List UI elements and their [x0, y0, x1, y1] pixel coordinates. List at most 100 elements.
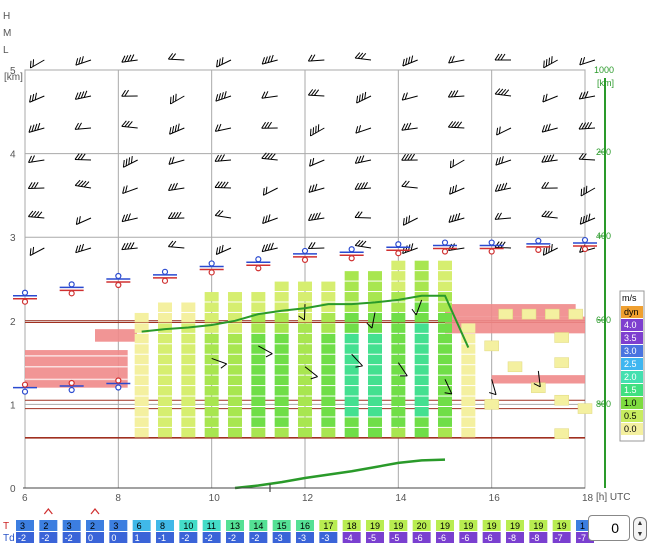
barb-shaft — [448, 95, 465, 98]
temp-marker — [348, 246, 355, 253]
legend-label: 1.5 — [624, 385, 637, 395]
dewpoint-marker — [535, 246, 542, 253]
cloud-cell — [568, 308, 583, 320]
cloud-cell — [521, 308, 537, 320]
dewpoint-value: -4 — [345, 533, 353, 543]
temperature-value: 16 — [300, 521, 310, 531]
wind-barb — [401, 122, 418, 131]
chevron-down-icon[interactable]: ▼ — [634, 529, 646, 540]
temp-marker — [301, 247, 309, 255]
hour-offset-spinner[interactable]: ▲ ▼ — [633, 517, 647, 541]
updraft-cell — [414, 406, 429, 417]
dewpoint-value: 0 — [88, 533, 93, 543]
updraft-cell — [134, 365, 149, 375]
updraft-cell — [368, 281, 382, 292]
barb-shaft — [542, 127, 558, 133]
pressure-tick-label: 600 — [596, 315, 611, 325]
updraft-cell — [274, 427, 289, 438]
barb-shaft — [169, 127, 185, 135]
updraft-cell — [438, 344, 452, 354]
wind-barb — [121, 120, 138, 129]
barb-shaft — [543, 247, 558, 256]
legend: m/s dyn 4.0 3.5 3.0 2.5 2.0 1.5 1.0 0.5 0.0 — [619, 290, 645, 442]
updraft-cell — [298, 417, 312, 427]
wind-barb — [29, 246, 45, 256]
updraft-cell — [438, 365, 452, 375]
updraft-cell — [158, 375, 172, 386]
updraft-cell — [134, 354, 149, 365]
updraft-cell — [368, 344, 382, 354]
y-tick-label: 3 — [10, 233, 16, 244]
wind-barb — [356, 91, 372, 104]
barb-shaft — [308, 94, 325, 97]
updraft-cell — [391, 281, 406, 292]
dewpoint-value: -5 — [368, 533, 376, 543]
updraft-cell — [414, 396, 429, 406]
wind-barb — [29, 59, 45, 69]
barb-shaft — [355, 159, 372, 164]
wind-barb — [494, 212, 512, 220]
updraft-cell — [414, 333, 429, 344]
wind-barb — [402, 215, 418, 226]
wind-barb — [168, 240, 185, 249]
updraft-cell — [461, 375, 476, 386]
updraft-cell — [391, 312, 406, 323]
updraft-cell — [134, 396, 149, 406]
wind-barb — [262, 214, 278, 224]
wind-barb — [309, 124, 325, 137]
barb-shaft — [579, 59, 596, 66]
barb-shaft — [216, 59, 232, 68]
wind-barb — [541, 210, 558, 219]
temperature-value: 19 — [557, 521, 567, 531]
updraft-cell — [274, 417, 289, 427]
updraft-cell — [228, 365, 242, 375]
barb-shaft — [354, 216, 372, 219]
wind-barb — [168, 156, 185, 165]
updraft-cell — [274, 333, 289, 344]
wind-barb — [307, 54, 325, 62]
x-tick-label: 12 — [302, 493, 314, 504]
legend-label: 3.5 — [624, 333, 637, 343]
updraft-cell — [321, 427, 336, 438]
cloud-cell — [554, 332, 569, 343]
cloud-cell — [554, 394, 569, 406]
chevron-up-icon[interactable]: ▲ — [634, 518, 646, 529]
meteogram-chart: 6 8 10 12 14 16 18012345800600400200 m/sdyn4.0… — [3, 11, 645, 544]
updraft-cell — [158, 354, 172, 365]
wind-barb — [354, 239, 372, 249]
barb-shaft — [75, 247, 92, 254]
temp-marker — [68, 281, 75, 288]
wind-barb — [215, 244, 232, 255]
dewpoint-value: -2 — [251, 533, 259, 543]
updraft-cell — [321, 417, 336, 427]
wind-barb — [121, 242, 138, 251]
updraft-cell — [251, 302, 266, 312]
updraft-cell — [414, 386, 429, 396]
wind-barb — [542, 93, 558, 103]
wind-barb — [261, 121, 278, 129]
temp-marker — [581, 236, 589, 244]
wind-barb — [354, 155, 372, 164]
dewpoint-value: -6 — [485, 533, 493, 543]
updraft-cell — [461, 406, 476, 417]
temperature-value: 19 — [393, 521, 403, 531]
wind-barb — [307, 89, 325, 97]
updraft-cell — [251, 396, 266, 406]
updraft-cell — [344, 271, 359, 281]
updraft-cell — [274, 406, 289, 417]
wind-barb — [449, 184, 465, 195]
barb-shaft — [75, 185, 92, 189]
barb-shaft — [310, 127, 325, 137]
updraft-cell — [438, 323, 452, 333]
temperature-row-label: T — [3, 521, 9, 532]
caret-icon — [43, 508, 53, 515]
hour-offset-input[interactable]: 0 — [588, 515, 630, 541]
updraft-cell — [228, 323, 242, 333]
updraft-cell — [134, 344, 149, 354]
updraft-cell — [181, 302, 196, 312]
updraft-cell — [461, 323, 476, 333]
updraft-cell — [321, 333, 336, 344]
updraft-cell — [391, 260, 406, 271]
updraft-cell — [181, 354, 196, 365]
temperature-value: 10 — [183, 521, 193, 531]
